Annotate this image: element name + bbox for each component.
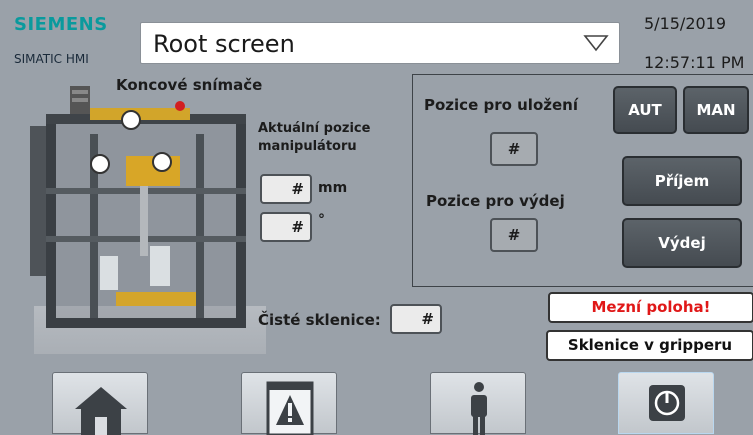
clean-glasses-field: #: [390, 304, 442, 334]
screen-selector[interactable]: Root screen: [140, 22, 620, 64]
alarm-icon: [266, 381, 314, 435]
position-degree-field: #: [260, 212, 312, 242]
user-button[interactable]: [430, 372, 526, 435]
alarm-screen-button[interactable]: [241, 372, 337, 435]
date-display: 5/15/2019: [644, 14, 727, 33]
user-icon: [471, 382, 487, 435]
unit-mm-label: mm: [318, 180, 348, 196]
power-button[interactable]: [618, 372, 714, 434]
issue-position-field: #: [490, 218, 538, 252]
power-icon: [649, 385, 685, 421]
unit-degree-label: °: [318, 212, 325, 228]
current-position-label: Aktuální pozice manipulátoru: [258, 121, 371, 154]
product-name: SIMATIC HMI: [14, 52, 89, 66]
time-display: 12:57:11 PM: [644, 53, 745, 72]
store-position-field: #: [490, 132, 538, 166]
auto-mode-button[interactable]: AUT: [613, 86, 677, 134]
manipulator-machine-image: [30, 86, 266, 354]
home-button[interactable]: [52, 372, 148, 435]
receive-button[interactable]: Příjem: [622, 156, 742, 206]
siemens-logo: SIEMENS: [14, 14, 108, 35]
manual-mode-button[interactable]: MAN: [683, 86, 749, 134]
limit-switches-title: Koncové snímače: [116, 76, 263, 94]
clean-glasses-label: Čisté sklenice:: [258, 311, 381, 329]
gripper-glass-status: Sklenice v gripperu: [546, 330, 753, 361]
chevron-down-icon: [583, 35, 609, 52]
screen-name: Root screen: [153, 30, 295, 58]
store-position-label: Pozice pro uložení: [424, 96, 578, 114]
issue-position-label: Pozice pro výdej: [426, 192, 565, 210]
home-icon: [75, 387, 127, 435]
limit-position-alarm: Mezní poloha!: [548, 292, 753, 323]
position-mm-field: #: [260, 174, 312, 204]
issue-button[interactable]: Výdej: [622, 218, 742, 268]
